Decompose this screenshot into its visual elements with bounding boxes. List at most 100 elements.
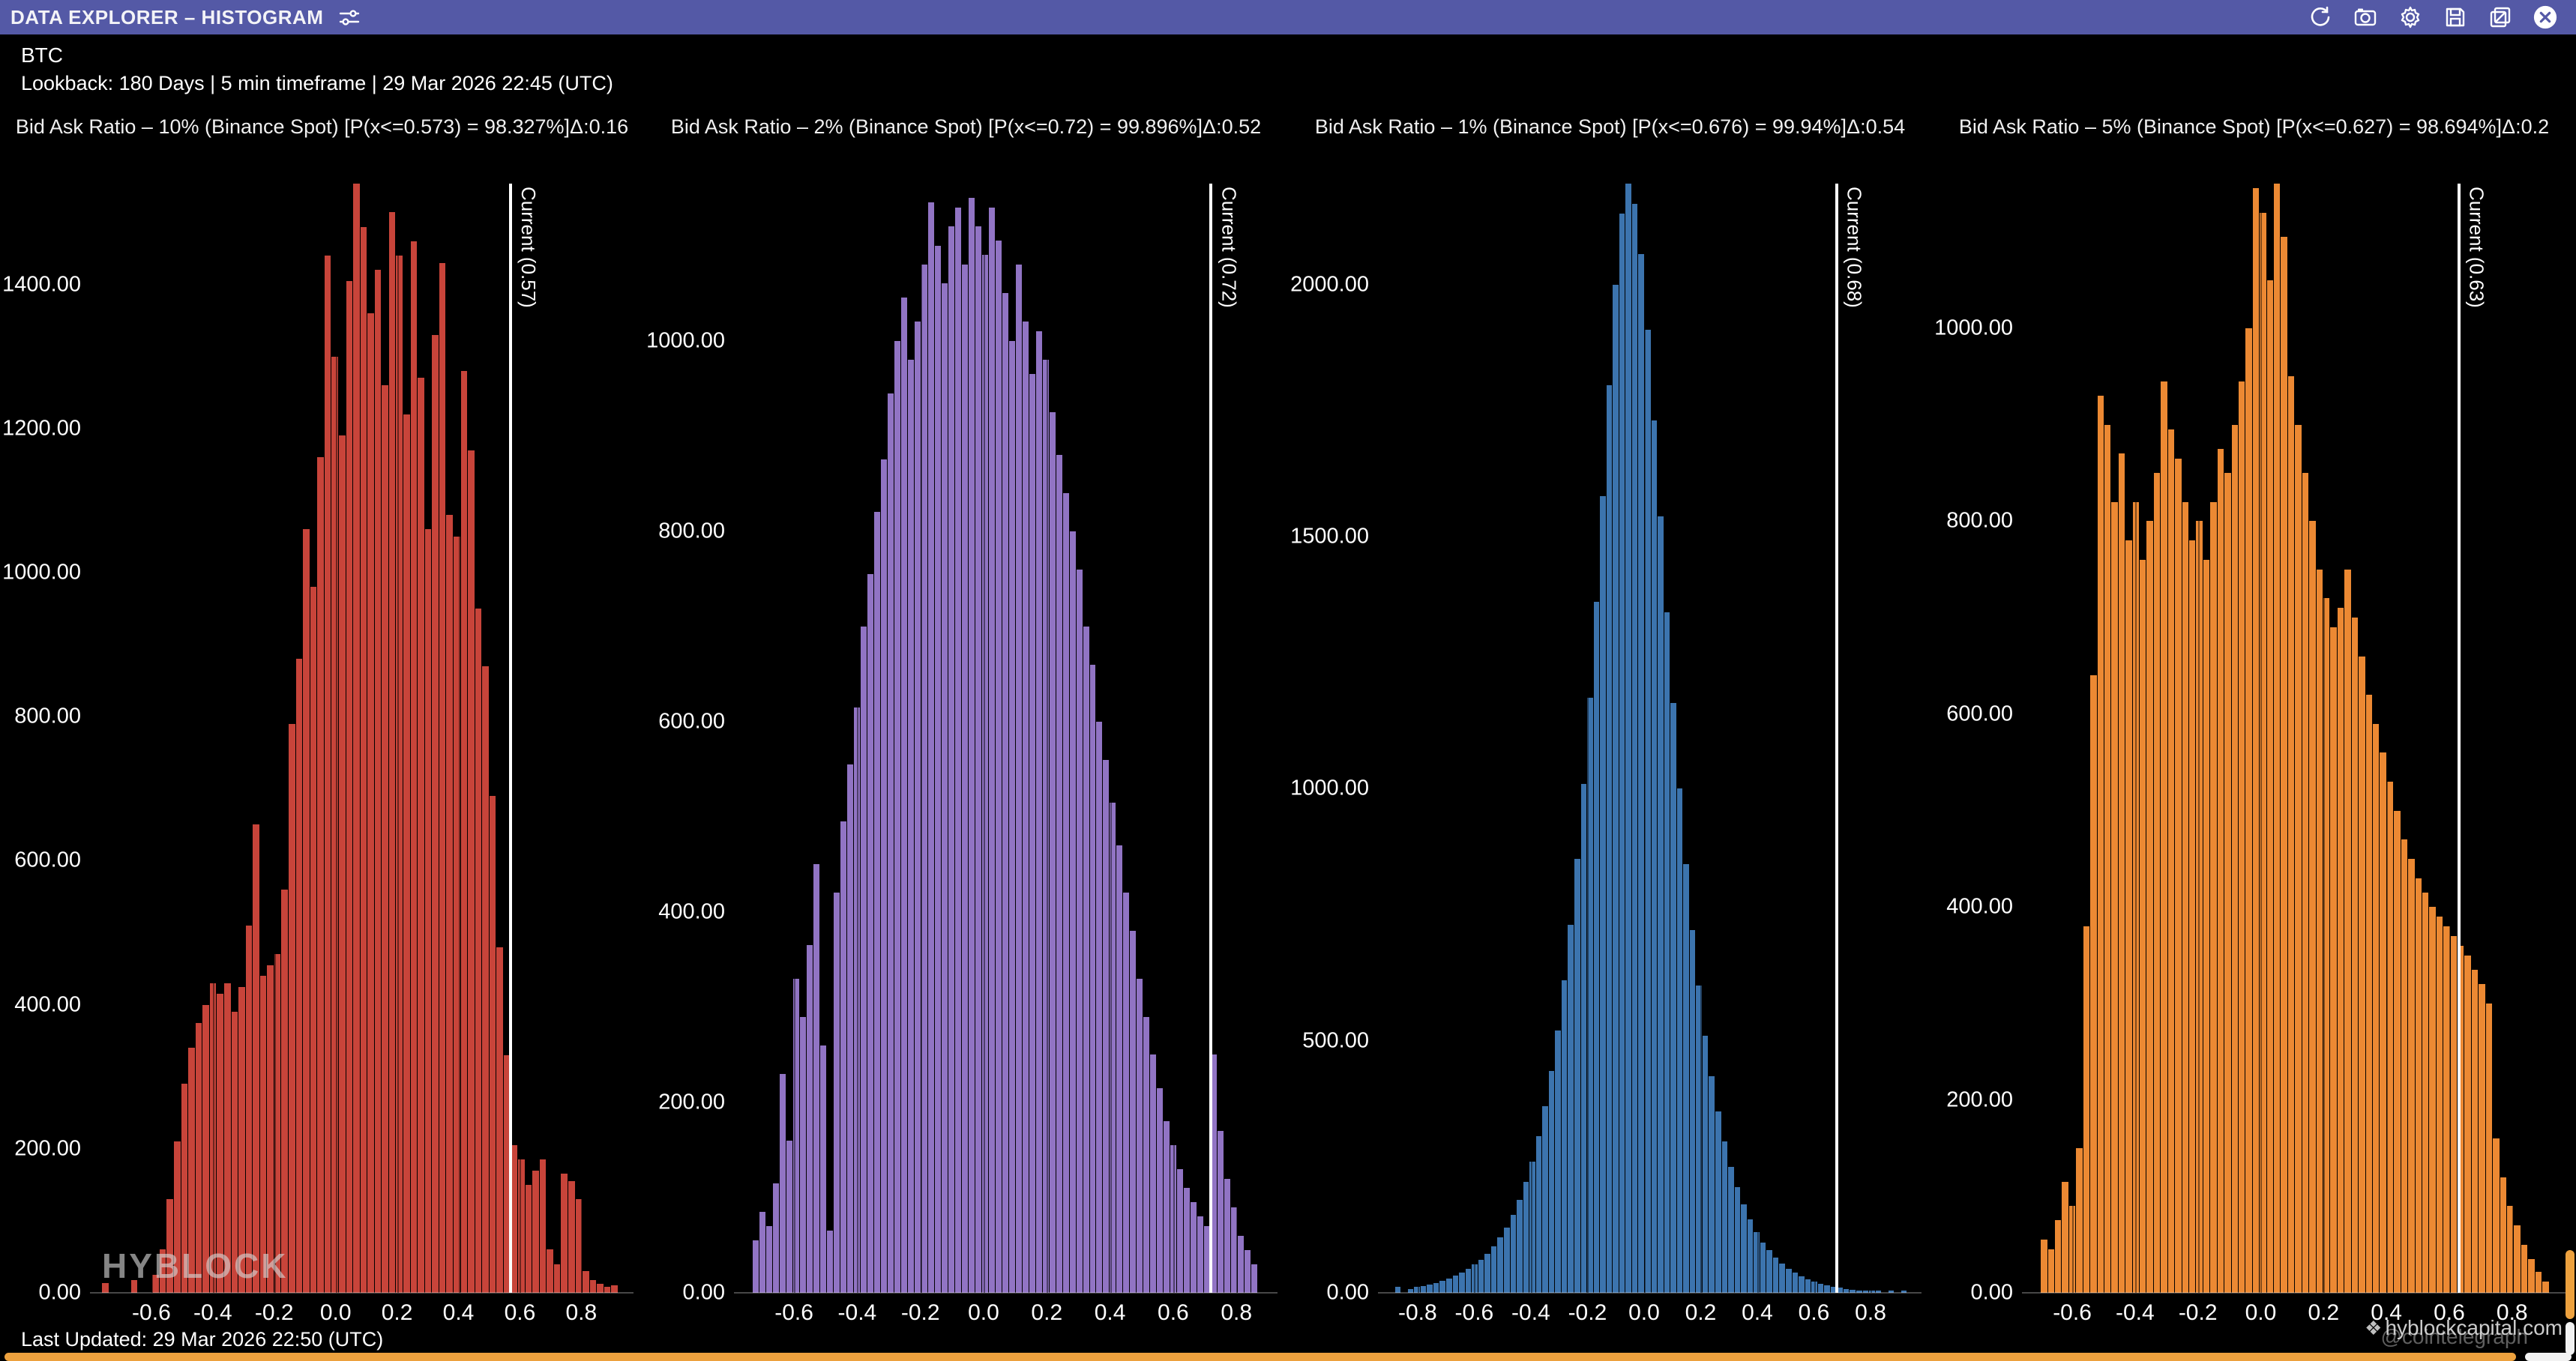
y-axis-labels: 0.00200.00400.00600.00800.001000.00 xyxy=(644,184,725,1293)
histogram-bar xyxy=(1036,331,1042,1293)
grid-line xyxy=(2072,184,2074,1293)
layers-icon[interactable] xyxy=(2488,4,2513,30)
histogram-bar xyxy=(867,574,873,1293)
grid-line xyxy=(1700,184,1702,1293)
x-axis-label: -0.2 xyxy=(2179,1300,2218,1326)
y-axis-label: 800.00 xyxy=(658,519,725,543)
histogram-bar xyxy=(561,1174,568,1293)
vertical-scrollbar-end[interactable] xyxy=(2566,1322,2575,1355)
histogram-bar xyxy=(526,1185,532,1293)
histogram-bars xyxy=(2041,184,2550,1293)
histogram-bar xyxy=(554,1264,561,1293)
grid-line xyxy=(397,184,399,1293)
chart-title: Bid Ask Ratio – 10% (Binance Spot) [P(x<… xyxy=(0,115,644,139)
histogram-bar xyxy=(1703,1036,1709,1293)
x-axis-label: 0.8 xyxy=(1855,1300,1886,1326)
histogram-bar xyxy=(2041,1240,2047,1293)
histogram-bar xyxy=(807,945,813,1293)
histogram-bar xyxy=(2401,839,2407,1293)
histogram-bar xyxy=(1728,1167,1734,1293)
settings-gear-icon[interactable] xyxy=(2398,4,2423,30)
y-axis-label: 1500.00 xyxy=(1290,524,1369,549)
histogram-bar xyxy=(418,378,424,1293)
histogram-bar xyxy=(2528,1259,2534,1293)
histogram-bar xyxy=(2394,811,2400,1293)
horizontal-scrollbar-thumb[interactable] xyxy=(4,1353,2516,1361)
grid-line xyxy=(794,184,795,1293)
histogram-bar xyxy=(2451,936,2457,1293)
hyblock-logo-icon: ❖ xyxy=(2365,1317,2382,1339)
x-axis-label: 0.4 xyxy=(443,1300,475,1326)
histogram-bar xyxy=(1137,979,1143,1293)
x-axis-labels: -0.6-0.4-0.20.00.20.40.60.8 xyxy=(734,1293,1278,1330)
histogram-bar xyxy=(1191,1202,1197,1293)
histogram-bar xyxy=(475,609,482,1293)
histogram-bar xyxy=(2281,237,2287,1293)
histogram-bar xyxy=(2239,381,2245,1293)
histogram-bar xyxy=(2048,1249,2054,1293)
filter-sliders-icon[interactable] xyxy=(337,4,362,30)
grid-line xyxy=(274,184,276,1293)
histogram-bar xyxy=(353,184,360,1293)
histogram-bar xyxy=(2146,521,2152,1293)
histogram-bar xyxy=(1517,1200,1523,1293)
x-axis-label: -0.6 xyxy=(1455,1300,1494,1326)
y-axis-label: 1000.00 xyxy=(1290,776,1369,801)
grid-line xyxy=(2135,184,2137,1293)
histogram-bar xyxy=(2429,907,2435,1293)
histogram-bar xyxy=(1224,1179,1230,1293)
histogram-bar xyxy=(786,1141,792,1293)
histogram-bar xyxy=(2098,396,2104,1293)
histogram-bar xyxy=(339,435,346,1293)
histogram-bar xyxy=(1238,1236,1244,1293)
horizontal-scrollbar-end[interactable] xyxy=(2525,1353,2572,1361)
histogram-bar xyxy=(894,341,900,1293)
grid-line xyxy=(2386,184,2388,1293)
histogram-bar xyxy=(1594,602,1600,1293)
y-axis-label: 200.00 xyxy=(658,1090,725,1114)
histogram-bar xyxy=(2338,608,2344,1293)
histogram-bar xyxy=(446,515,453,1293)
y-axis-label: 400.00 xyxy=(14,992,81,1017)
histogram-bar xyxy=(989,208,995,1293)
histogram-plot: 0.00200.00400.00600.00800.001000.00Curre… xyxy=(1932,184,2576,1293)
histogram-bar xyxy=(2175,459,2181,1293)
grid-line xyxy=(1757,184,1759,1293)
histogram-bar xyxy=(2422,893,2428,1293)
histogram-bar xyxy=(1722,1141,1728,1293)
current-line xyxy=(1209,184,1212,1293)
grid-line xyxy=(1871,184,1872,1293)
histogram-bar xyxy=(921,265,927,1293)
histogram-bar xyxy=(1150,1054,1156,1293)
histogram-bar xyxy=(1218,1131,1224,1293)
histogram-bar xyxy=(1748,1219,1754,1293)
top-bar: DATA EXPLORER – HISTOGRAM xyxy=(0,0,2576,34)
histogram-bar xyxy=(975,226,981,1293)
close-icon[interactable] xyxy=(2533,4,2558,30)
histogram-bar xyxy=(1143,1017,1149,1293)
histogram-bar xyxy=(1773,1258,1779,1293)
histogram-bar xyxy=(2437,917,2443,1293)
histogram-bar xyxy=(1555,1030,1561,1293)
histogram-bar xyxy=(2055,1220,2061,1293)
grid-line xyxy=(2323,184,2325,1293)
refresh-icon[interactable] xyxy=(2308,4,2333,30)
current-line-label: Current (0.68) xyxy=(1843,187,1866,308)
histogram-bars xyxy=(1395,184,1907,1293)
histogram-bar xyxy=(1453,1276,1459,1293)
histogram-bar xyxy=(296,659,303,1293)
save-icon[interactable] xyxy=(2443,4,2468,30)
camera-icon[interactable] xyxy=(2353,4,2378,30)
histogram-bar xyxy=(2232,425,2238,1293)
histogram-bar xyxy=(2076,1148,2082,1293)
vertical-scrollbar-thumb[interactable] xyxy=(2566,1250,2575,1319)
histogram-bar xyxy=(568,1181,575,1293)
histogram-bar xyxy=(1600,496,1606,1293)
histogram-bar xyxy=(389,212,396,1293)
grid-line xyxy=(1173,184,1175,1293)
histogram-bar xyxy=(2464,956,2470,1293)
histogram-bar xyxy=(955,208,961,1293)
x-axis-label: 0.2 xyxy=(382,1300,413,1326)
histogram-bar xyxy=(773,1183,779,1293)
histogram-bar xyxy=(1504,1228,1510,1293)
